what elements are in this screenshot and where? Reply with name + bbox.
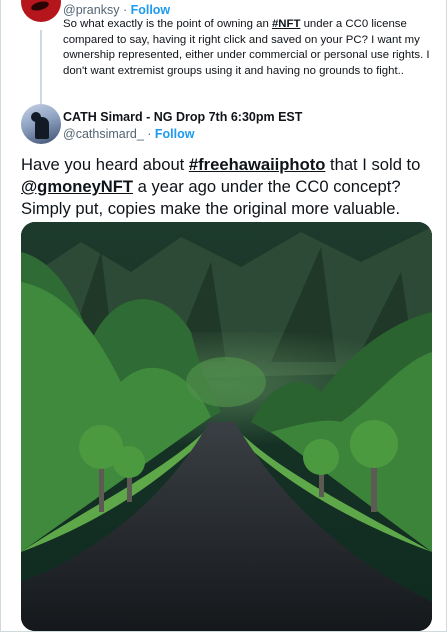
photo-icon	[21, 222, 432, 631]
follow-button[interactable]: Follow	[155, 127, 195, 141]
separator-dot: ·	[119, 3, 131, 17]
thread-connector-line	[40, 30, 42, 105]
tweet-text: Have you heard about #freehawaiiphoto th…	[21, 154, 441, 220]
hashtag-link[interactable]: #NFT	[272, 18, 300, 30]
user-handle-row: @cathsimard_ · Follow	[63, 127, 194, 141]
tweet-text-segment: Have you heard about	[21, 155, 189, 174]
user-handle[interactable]: @cathsimard_	[63, 127, 144, 141]
separator-dot: ·	[143, 127, 155, 141]
quoted-handle[interactable]: @pranksy	[63, 3, 119, 17]
tweet-card: @pranksy · Follow So what exactly is the…	[0, 0, 447, 632]
follow-button[interactable]: Follow	[131, 3, 171, 17]
tweet-photo[interactable]	[21, 222, 432, 631]
hashtag-link[interactable]: #freehawaiiphoto	[189, 155, 325, 174]
quoted-user-row: @pranksy · Follow	[63, 3, 170, 17]
avatar[interactable]	[21, 104, 61, 144]
avatar[interactable]	[21, 0, 61, 22]
display-name[interactable]: CATH Simard - NG Drop 7th 6:30pm EST	[63, 110, 302, 124]
tweet-text-segment: that I sold to	[325, 155, 421, 174]
quoted-text-segment: So what exactly is the point of owning a…	[63, 18, 272, 30]
mention-link[interactable]: @gmoneyNFT	[21, 177, 133, 196]
avatar-mark	[30, 0, 50, 13]
avatar-figure-body	[35, 117, 49, 139]
quoted-tweet-text: So what exactly is the point of owning a…	[63, 17, 433, 79]
